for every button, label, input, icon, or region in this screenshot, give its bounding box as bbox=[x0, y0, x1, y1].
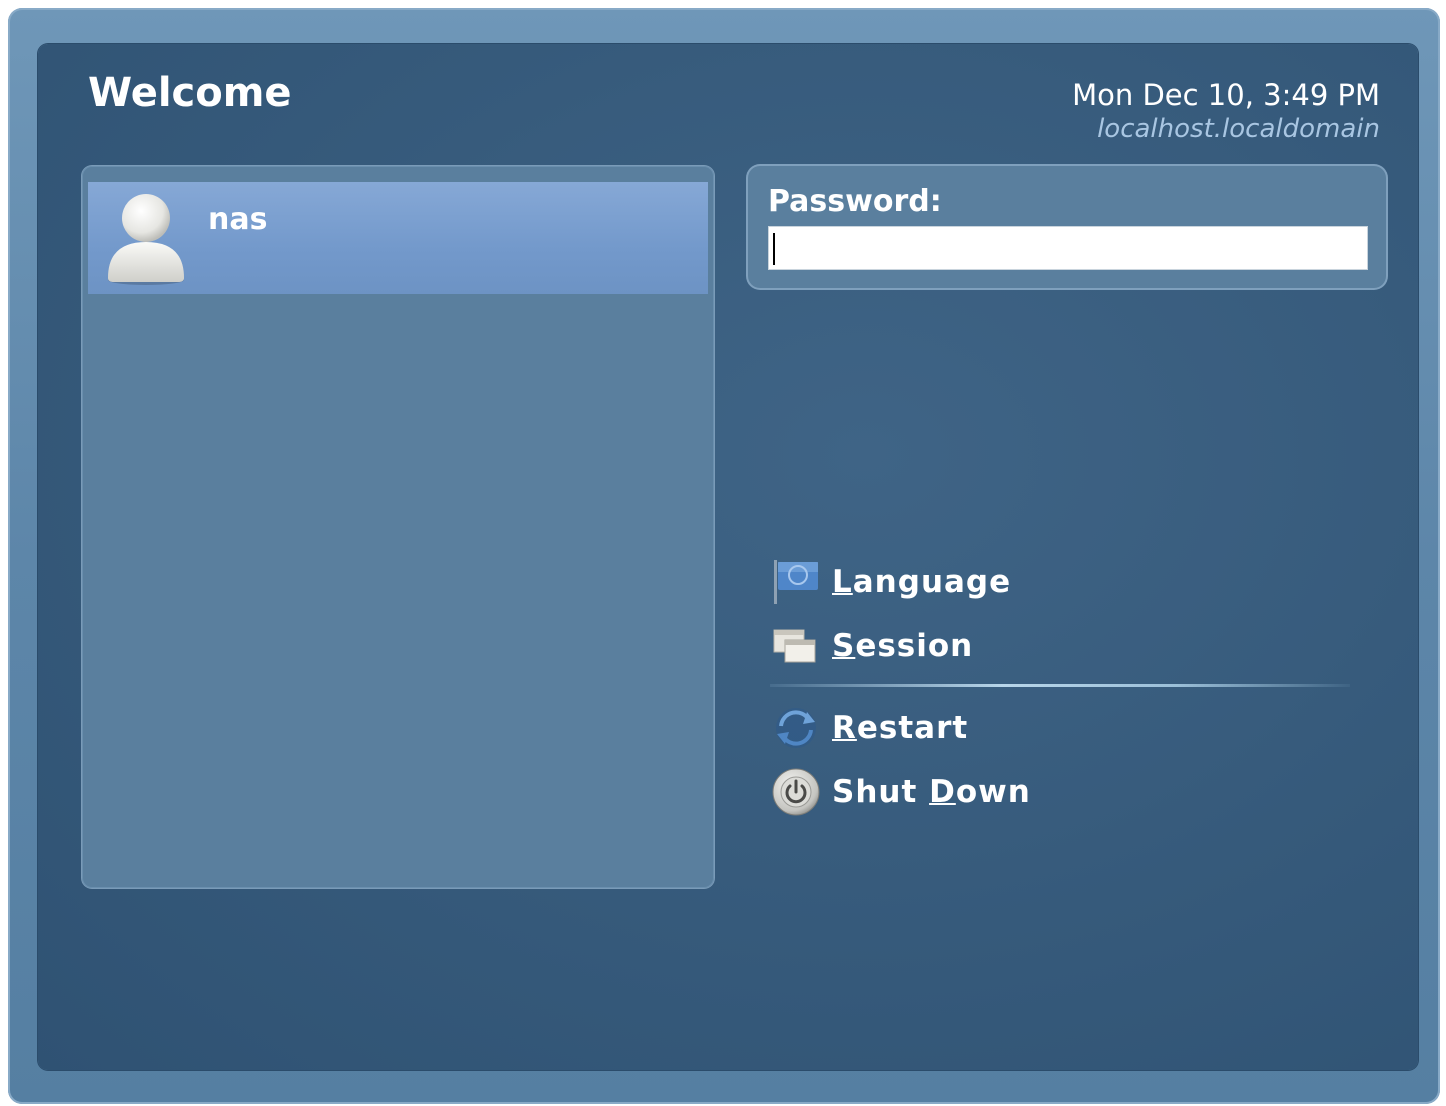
user-list: nas bbox=[82, 166, 714, 888]
shutdown-label-prefix: Shut bbox=[832, 774, 930, 810]
session-windows-icon bbox=[770, 620, 822, 672]
clock: Mon Dec 10, 3:49 PM bbox=[1072, 78, 1380, 112]
session-label: ession bbox=[855, 628, 974, 664]
session-button[interactable]: Session bbox=[770, 620, 973, 672]
restart-arrows-icon bbox=[770, 702, 822, 754]
password-input[interactable] bbox=[768, 226, 1368, 270]
shutdown-button[interactable]: Shut Down bbox=[770, 766, 1031, 818]
page-title: Welcome bbox=[88, 70, 292, 116]
language-label: anguage bbox=[852, 564, 1012, 600]
restart-mnemonic: R bbox=[832, 710, 857, 746]
restart-label: estart bbox=[856, 710, 969, 746]
separator bbox=[770, 684, 1350, 687]
hostname: localhost.localdomain bbox=[1097, 114, 1380, 144]
shutdown-label: own bbox=[955, 774, 1031, 810]
password-label: Password: bbox=[768, 184, 942, 219]
restart-button[interactable]: Restart bbox=[770, 702, 968, 754]
shutdown-mnemonic: D bbox=[929, 774, 956, 810]
language-mnemonic: L bbox=[832, 564, 853, 600]
language-button[interactable]: Language bbox=[770, 556, 1011, 608]
flag-icon bbox=[770, 556, 822, 608]
text-caret bbox=[773, 233, 775, 265]
power-icon bbox=[770, 766, 822, 818]
user-avatar-icon bbox=[104, 190, 188, 286]
password-box: Password: bbox=[748, 166, 1386, 288]
user-name: nas bbox=[208, 202, 268, 237]
session-mnemonic: S bbox=[832, 628, 856, 664]
user-list-item[interactable]: nas bbox=[88, 182, 708, 294]
